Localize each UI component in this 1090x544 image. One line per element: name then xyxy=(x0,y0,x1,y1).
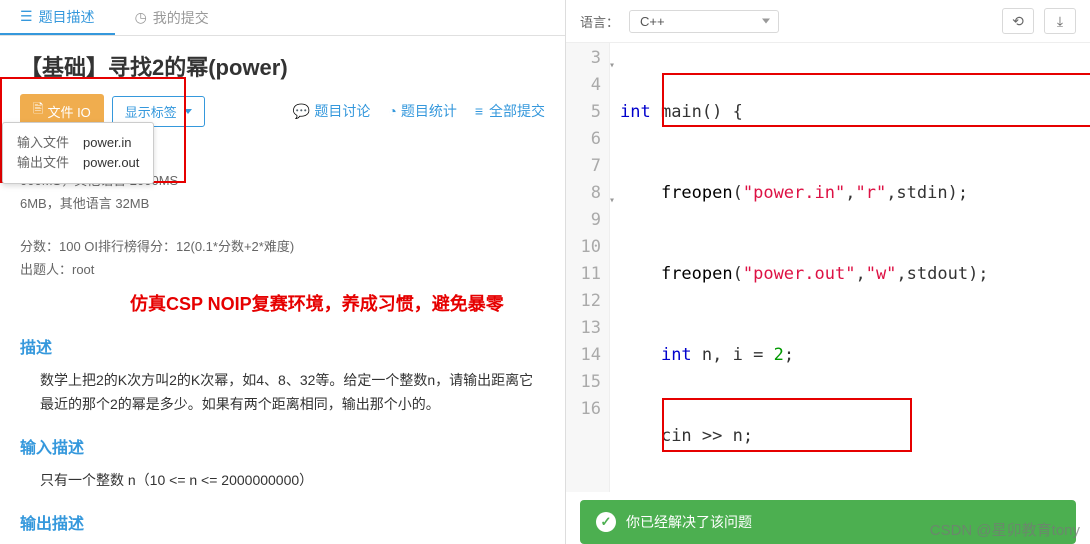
output-heading: 输出描述 xyxy=(20,510,545,534)
mem-limit: 6MB，其他语言 32MB xyxy=(20,193,545,212)
score-line: 分数：100 OI排行榜得分：12(0.1*分数+2*难度) xyxy=(20,236,545,255)
chart-icon: ◔ xyxy=(388,103,396,119)
tab-desc-label: 题目描述 xyxy=(39,7,95,27)
all-submit-link[interactable]: 全部提交 xyxy=(475,101,545,121)
in-file-value: power.in xyxy=(83,133,131,153)
desc-heading: 描述 xyxy=(20,334,545,358)
refresh-icon: ⟲ xyxy=(1012,13,1024,30)
tabs: ☰ 题目描述 ◷ 我的提交 xyxy=(0,0,565,36)
chat-icon: 💬 xyxy=(293,103,310,120)
input-paragraph: 只有一个整数 n（10 <= n <= 2000000000） xyxy=(40,468,545,492)
lang-label: 语言： xyxy=(580,12,619,31)
tab-my-submit[interactable]: ◷ 我的提交 xyxy=(115,0,229,35)
file-io-popover: 输入文件 power.in 输出文件 power.out xyxy=(2,122,154,184)
desc-paragraph: 数学上把2的K次方叫2的K次幂，如4、8、32等。给定一个整数n，请输出距离它最… xyxy=(40,368,545,416)
chevron-down-icon xyxy=(184,109,192,114)
lang-select[interactable]: C++ xyxy=(629,10,779,33)
lang-bar: 语言： C++ ⟲ ⤓ xyxy=(566,0,1090,43)
file-icon: 🖹 xyxy=(33,100,43,122)
code-area[interactable]: int main() { freopen("power.in","r",stdi… xyxy=(610,43,1090,492)
download-button[interactable]: ⤓ xyxy=(1044,8,1076,34)
problem-title: 【基础】寻找2的幂(power) xyxy=(20,50,545,82)
tab-description[interactable]: ☰ 题目描述 xyxy=(0,0,115,35)
out-file-label: 输出文件 xyxy=(17,153,69,173)
menu-icon xyxy=(475,103,485,119)
code-editor[interactable]: 3▾ 4 5 6 7 8▾ 9 10 11 12 13 14 15 16 int… xyxy=(566,43,1090,492)
refresh-button[interactable]: ⟲ xyxy=(1002,8,1034,34)
input-heading: 输入描述 xyxy=(20,434,545,458)
list-icon: ☰ xyxy=(20,8,33,25)
clock-icon: ◷ xyxy=(135,9,147,26)
red-callout: 仿真CSP NOIP复赛环境，养成习惯，避免暴零 xyxy=(130,290,545,316)
discuss-link[interactable]: 💬 题目讨论 xyxy=(293,101,370,121)
status-text: 你已经解决了该问题 xyxy=(626,512,752,532)
out-file-value: power.out xyxy=(83,153,139,173)
author-line: 出题人：root xyxy=(20,259,545,278)
download-icon: ⤓ xyxy=(1057,13,1063,30)
check-icon: ✓ xyxy=(596,512,616,532)
watermark: CSDN @星卯教育tony xyxy=(930,519,1080,540)
in-file-label: 输入文件 xyxy=(17,133,69,153)
gutter: 3▾ 4 5 6 7 8▾ 9 10 11 12 13 14 15 16 xyxy=(566,43,610,492)
stats-link[interactable]: ◔ 题目统计 xyxy=(388,101,456,121)
tab-submit-label: 我的提交 xyxy=(153,8,209,28)
